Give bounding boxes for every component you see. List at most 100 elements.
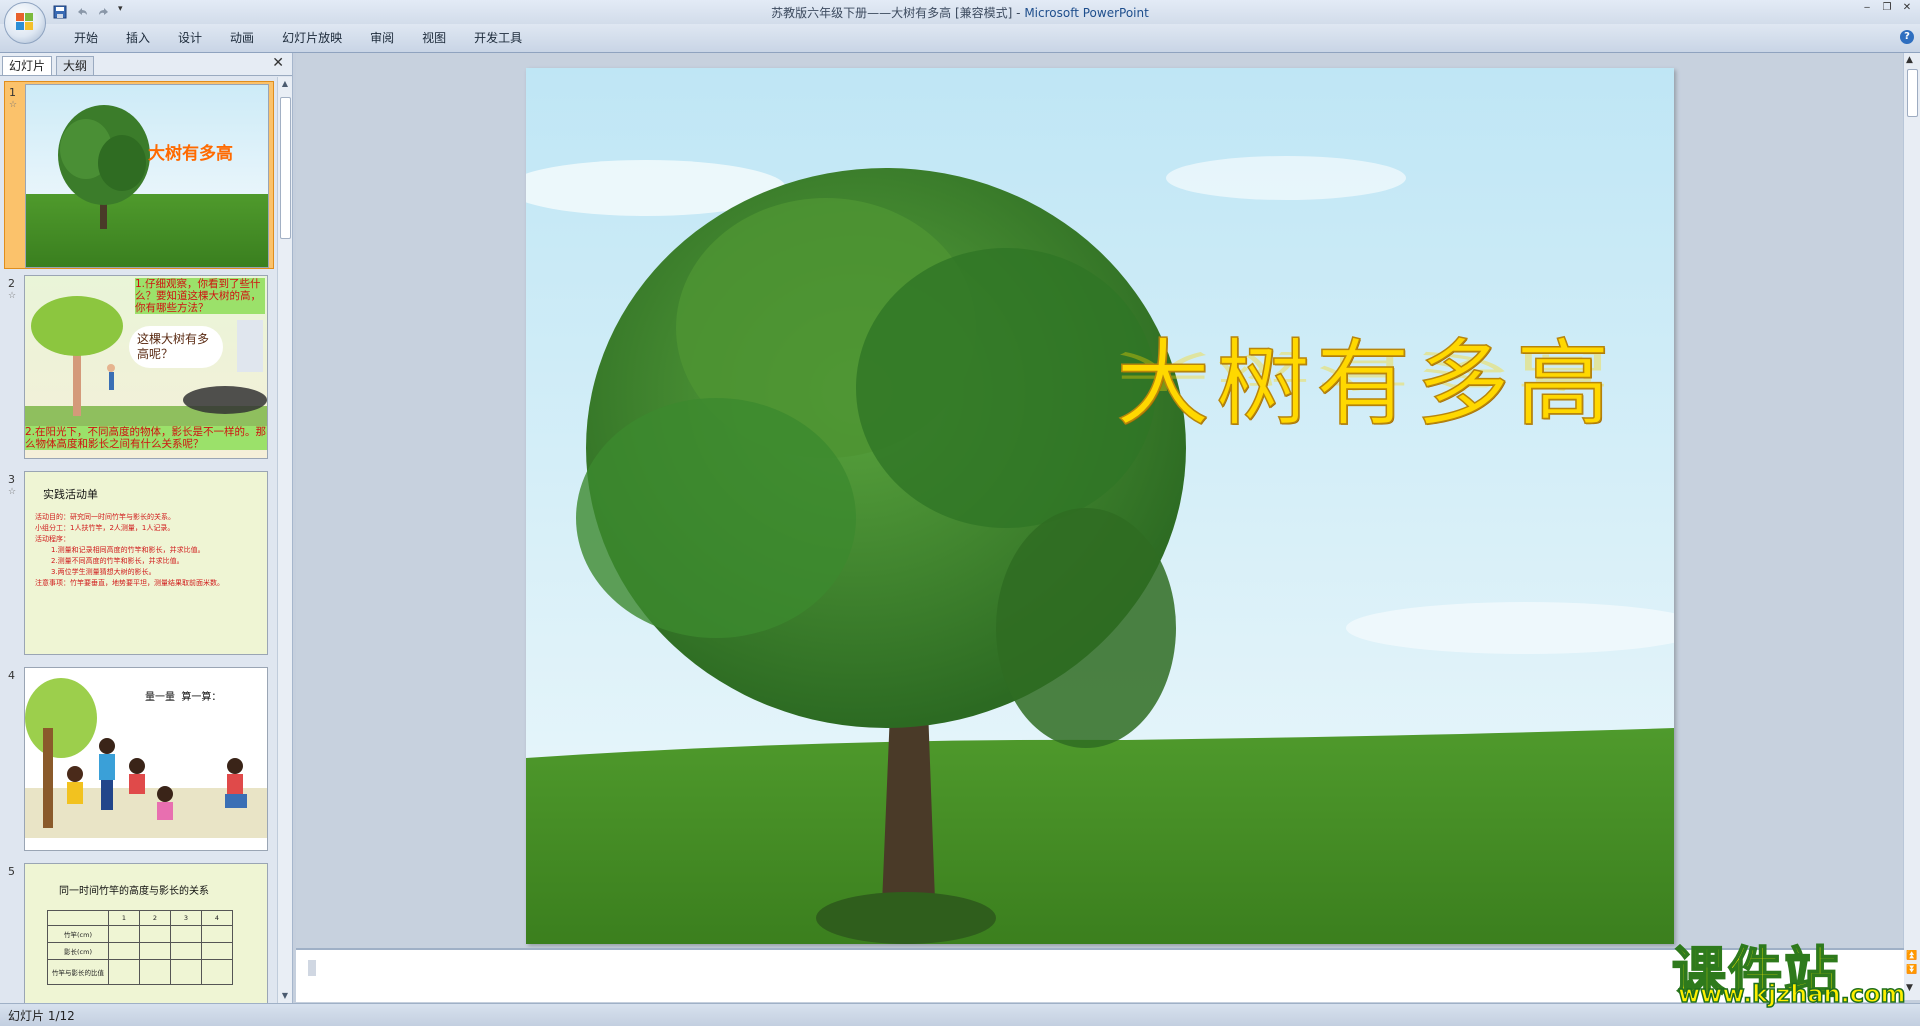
tree-image <box>58 105 150 229</box>
table-cell <box>170 942 202 960</box>
window-title: 苏教版六年级下册——大树有多高 [兼容模式] - Microsoft Power… <box>0 4 1920 21</box>
slide-thumbnail-3[interactable]: 3 ☆ 实践活动单 活动目的：研究同一时间竹竿与影长的关系。 小组分工：1人扶竹… <box>4 469 272 655</box>
worksheet-line: 活动目的：研究同一时间竹竿与影长的关系。 <box>35 513 175 521</box>
slide-thumbnail-1[interactable]: 1 ☆ 大树有多高 <box>4 81 274 269</box>
tab-home[interactable]: 开始 <box>60 30 112 46</box>
table-cell <box>170 925 202 943</box>
slide-number: 2 <box>8 277 15 290</box>
thumbnail-list: 1 ☆ 大树有多高 2 ☆ 1.仔细观察，你看到了些什么？要知道这棵大树的高，你… <box>0 77 276 1003</box>
thumbnail-canvas: 同一时间竹竿的高度与影长的关系 1 2 3 4 竹竿(cm) 影长(cm) 竹竿… <box>24 863 268 1003</box>
table-header-cell: 3 <box>170 910 202 926</box>
scroll-up-icon[interactable]: ▲ <box>1906 55 1913 65</box>
worksheet-body: 活动目的：研究同一时间竹竿与影长的关系。 小组分工：1人扶竹竿，2人测量，1人记… <box>35 512 261 589</box>
slide-title[interactable]: 大树有多高 <box>1115 308 1616 444</box>
thumbnail-title: 大树有多高 <box>148 144 233 164</box>
previous-slide-icon[interactable]: ⏫ <box>1906 951 1917 961</box>
title-separator: - <box>1012 6 1025 20</box>
table-header-cell: 1 <box>108 910 140 926</box>
scroll-down-icon[interactable]: ▼ <box>280 991 290 1001</box>
table-cell <box>139 942 171 960</box>
table-cell <box>170 959 202 985</box>
table-cell <box>108 942 140 960</box>
worksheet-heading: 实践活动单 <box>43 488 98 501</box>
current-slide[interactable]: 大树有多高 大树有多高 <box>526 68 1674 944</box>
animation-star-icon: ☆ <box>9 100 18 110</box>
worksheet-line: 注意事项：竹竿要垂直，地势要平坦，测量结果取前面米数。 <box>35 579 224 587</box>
table-header-cell: 2 <box>139 910 171 926</box>
close-window-icon[interactable]: ✕ <box>1900 2 1914 14</box>
slide-number: 3 <box>8 473 15 486</box>
table-row-label: 竹竿(cm) <box>47 925 109 943</box>
notes-cursor <box>308 960 316 976</box>
restore-icon[interactable]: ❐ <box>1880 2 1894 14</box>
app-name: Microsoft PowerPoint <box>1024 6 1149 20</box>
document-title: 苏教版六年级下册——大树有多高 [兼容模式] <box>771 6 1013 20</box>
office-button[interactable] <box>4 2 46 44</box>
slide-thumbnail-5[interactable]: 5 同一时间竹竿的高度与影长的关系 1 2 3 4 竹竿(cm) 影长(cm) … <box>4 861 272 1003</box>
worksheet-line: 2.测量不同高度的竹竿和影长，并求比值。 <box>51 557 184 565</box>
question-2: 2.在阳光下，不同高度的物体，影长是不一样的。那么物体高度和影长之间有什么关系呢… <box>25 426 267 450</box>
table-cell <box>201 942 233 960</box>
next-slide-icon[interactable]: ⏬ <box>1906 965 1917 975</box>
editor-scrollbar[interactable]: ▲ ⏫ ⏬ ▼ <box>1903 53 1920 1000</box>
table-cell <box>108 959 140 985</box>
thumbnail-canvas: 1.仔细观察，你看到了些什么？要知道这棵大树的高，你有哪些方法？ 这棵大树有多高… <box>24 275 268 459</box>
tab-slides[interactable]: 幻灯片 <box>2 56 53 75</box>
table-header-cell <box>47 910 109 926</box>
scroll-thumb[interactable] <box>280 97 291 239</box>
slide-thumbnail-2[interactable]: 2 ☆ 1.仔细观察，你看到了些什么？要知道这棵大树的高，你有哪些方法？ 这棵大… <box>4 273 272 459</box>
thumbnail-canvas: 量一量 算一算： <box>24 667 268 851</box>
table-cell <box>201 959 233 985</box>
thumbnail-canvas: 大树有多高 <box>25 84 269 268</box>
table-cell <box>139 959 171 985</box>
thumbnail-caption: 量一量 算一算： <box>145 692 222 703</box>
close-panel-icon[interactable]: ✕ <box>272 55 284 71</box>
table-cell <box>108 925 140 943</box>
slide-number: 5 <box>8 865 15 878</box>
slide-thumbnail-4[interactable]: 4 量一量 算一算： <box>4 665 272 851</box>
animation-star-icon: ☆ <box>8 291 17 301</box>
thumbnail-canvas: 实践活动单 活动目的：研究同一时间竹竿与影长的关系。 小组分工：1人扶竹竿，2人… <box>24 471 268 655</box>
tab-insert[interactable]: 插入 <box>112 30 164 46</box>
animation-star-icon: ☆ <box>8 487 17 497</box>
worksheet-line: 活动程序： <box>35 535 70 543</box>
title-bar: ▾ 苏教版六年级下册——大树有多高 [兼容模式] - Microsoft Pow… <box>0 0 1920 24</box>
table-header-cell: 4 <box>201 910 233 926</box>
notes-pane[interactable] <box>296 948 1904 1002</box>
scroll-thumb[interactable] <box>1907 69 1918 117</box>
panel-scrollbar[interactable]: ▲ ▼ <box>277 77 292 1003</box>
table-cell <box>201 925 233 943</box>
slide-editor: 大树有多高 大树有多高 <box>296 53 1904 948</box>
tab-review[interactable]: 审阅 <box>356 30 408 46</box>
tab-outline[interactable]: 大纲 <box>56 56 95 75</box>
worksheet-line: 1.测量和记录相同高度的竹竿和影长，并求比值。 <box>51 546 205 554</box>
slide-number: 4 <box>8 669 15 682</box>
window-controls: ‒ ❐ ✕ <box>1860 2 1914 14</box>
data-table: 1 2 3 4 竹竿(cm) 影长(cm) 竹竿与影长的比值 <box>47 910 233 985</box>
worksheet-line: 小组分工：1人扶竹竿，2人测量，1人记录。 <box>35 524 175 532</box>
tab-animations[interactable]: 动画 <box>216 30 268 46</box>
tab-design[interactable]: 设计 <box>164 30 216 46</box>
panel-tabs: 幻灯片 大纲 ✕ <box>0 53 292 76</box>
scroll-up-icon[interactable]: ▲ <box>280 79 290 89</box>
watermark-logo: 课件站 www.kjzhan.com <box>1671 928 1906 1009</box>
minimize-icon[interactable]: ‒ <box>1860 2 1874 14</box>
office-logo-icon <box>16 13 34 31</box>
tab-slideshow[interactable]: 幻灯片放映 <box>268 30 356 46</box>
status-bar: 幻灯片 1/12 <box>0 1003 1920 1026</box>
tree-background-image <box>526 68 1674 944</box>
slide-counter: 幻灯片 1/12 <box>8 1009 75 1023</box>
tab-view[interactable]: 视图 <box>408 30 460 46</box>
worksheet-line: 3.两位学生测量猜想大树的影长。 <box>51 568 156 576</box>
table-cell <box>139 925 171 943</box>
scroll-down-icon[interactable]: ▼ <box>1906 983 1913 993</box>
speech-bubble: 这棵大树有多高呢？ <box>129 326 223 368</box>
ribbon: 开始 插入 设计 动画 幻灯片放映 审阅 视图 开发工具 ? <box>0 24 1920 53</box>
help-icon[interactable]: ? <box>1900 30 1914 44</box>
question-1: 1.仔细观察，你看到了些什么？要知道这棵大树的高，你有哪些方法？ <box>135 278 265 314</box>
watermark-url: www.kjzhan.com <box>1677 979 1906 1009</box>
ribbon-tabs: 开始 插入 设计 动画 幻灯片放映 审阅 视图 开发工具 <box>60 30 536 46</box>
tab-developer[interactable]: 开发工具 <box>460 30 536 46</box>
slides-panel: 幻灯片 大纲 ✕ 1 ☆ 大树有多高 2 ☆ 1.仔细观察，你看到了些什么？要知… <box>0 53 293 1003</box>
table-heading: 同一时间竹竿的高度与影长的关系 <box>59 886 209 897</box>
